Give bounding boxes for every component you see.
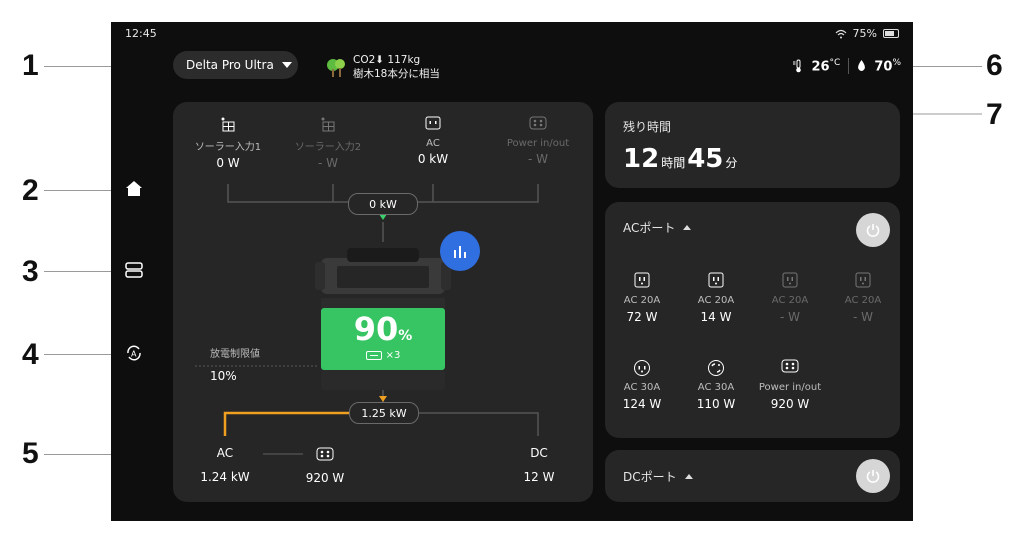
ac-ports-panel: ACポート AC 20A 72 W AC 20A 14 W AC 20A - W…: [605, 202, 900, 438]
callout-3: 3: [22, 255, 39, 288]
ac-ports-toggle[interactable]: ACポート: [623, 219, 692, 236]
battery-percent: 75%: [852, 27, 877, 40]
ac-port-4[interactable]: AC 20A - W: [826, 272, 900, 324]
dc-ports-title: DCポート: [623, 470, 677, 484]
discharge-limit[interactable]: 放電制限値 10%: [210, 345, 260, 383]
discharge-limit-value: 10%: [210, 369, 237, 383]
callout-5: 5: [22, 437, 39, 470]
callout-2: 2: [22, 174, 39, 207]
co2-amount: CO2⬇ 117kg: [353, 54, 421, 66]
tree-icon: [327, 59, 345, 77]
thermometer-icon: [793, 59, 802, 73]
auto-mode-nav[interactable]: A: [123, 343, 145, 363]
co2-equivalent: 樹木18本分に相当: [353, 68, 440, 80]
stats-button[interactable]: [440, 231, 480, 271]
remaining-time-card: 残り時間 12 時間45 分: [605, 102, 900, 188]
auto-cycle-icon: A: [127, 345, 141, 361]
ac-outlet-20a-icon: [634, 272, 650, 288]
ac-port-2[interactable]: AC 20A 14 W: [679, 272, 753, 324]
humidity-value: 70%: [874, 58, 901, 75]
status-time: 12:45: [125, 27, 157, 40]
device-name: Delta Pro Ultra: [186, 58, 274, 72]
ac-outlet-30a-twist-icon: [708, 360, 724, 376]
ac-port-1[interactable]: AC 20A 72 W: [605, 272, 679, 324]
ac-port-5[interactable]: AC 30A 124 W: [605, 359, 679, 411]
home-nav[interactable]: [123, 178, 145, 198]
output-dc[interactable]: DC 12 W: [509, 446, 569, 484]
battery-pack-icon: [365, 351, 382, 360]
power-icon: [866, 470, 880, 483]
output-ac-value: 1.24 kW: [200, 470, 250, 484]
output-ac-label: AC: [216, 446, 234, 460]
port-value: 72 W: [626, 310, 658, 324]
power-in-out-icon: [316, 447, 334, 461]
port-value: - W: [779, 310, 800, 324]
port-value: 110 W: [696, 397, 736, 411]
port-value: 14 W: [700, 310, 732, 324]
ac-outlet-20a-icon: [855, 272, 871, 288]
dc-ports-panel: DCポート: [605, 450, 900, 502]
remaining-time-value: 12 時間45 分: [623, 144, 738, 174]
battery-pack-count: ×3: [315, 350, 451, 361]
status-right: 75%: [835, 27, 899, 40]
chevron-down-icon: [281, 62, 292, 68]
callout-6: 6: [986, 49, 1003, 82]
callout-7: 7: [986, 98, 1003, 131]
power-in-out-icon: [781, 359, 799, 373]
callout-1: 1: [22, 49, 39, 82]
bar-chart-icon: [454, 246, 466, 258]
chevron-up-icon: [683, 225, 692, 230]
input-total-pill: 0 kW: [348, 193, 418, 215]
environment-readout: 26°C 70%: [793, 58, 901, 74]
port-label: AC 20A: [771, 295, 809, 306]
callout-line-6: [904, 66, 982, 67]
energy-flow-panel: ソーラー入力1 0 W ソーラー入力2 - W AC 0 kW Power in…: [173, 102, 593, 502]
devices-nav[interactable]: [123, 260, 145, 280]
port-value: 920 W: [770, 397, 810, 411]
device-list-icon: [125, 262, 143, 278]
env-divider: [848, 58, 850, 75]
status-bar: 12:45 75%: [111, 22, 913, 46]
ac-outlet-20a-icon: [782, 272, 798, 288]
humidity-icon: [858, 60, 866, 72]
svg-text:A: A: [131, 350, 137, 359]
chevron-up-icon: [684, 474, 693, 479]
wifi-icon: [835, 29, 846, 38]
callout-4: 4: [22, 338, 39, 371]
ac-outlet-20a-icon: [708, 272, 724, 288]
port-label: AC 30A: [697, 382, 735, 393]
output-ac[interactable]: AC 1.24 kW: [195, 446, 255, 484]
ac-port-6[interactable]: AC 30A 110 W: [679, 359, 753, 411]
port-value: - W: [852, 310, 873, 324]
power-icon: [866, 224, 880, 237]
ac-outlet-30a-icon: [634, 360, 650, 376]
port-label: AC 30A: [623, 382, 661, 393]
port-label: AC 20A: [623, 295, 661, 306]
ac-port-3[interactable]: AC 20A - W: [753, 272, 827, 324]
remaining-time-title: 残り時間: [623, 120, 672, 134]
temperature-value: 26°C: [811, 58, 841, 75]
ac-port-7[interactable]: Power in/out 920 W: [753, 359, 827, 411]
app-screen: 12:45 75% Delta Pro Ultra CO2⬇ 117kg 樹木1…: [111, 22, 913, 521]
home-icon: [126, 180, 142, 196]
device-selector[interactable]: Delta Pro Ultra: [173, 51, 298, 79]
discharge-limit-label: 放電制限値: [210, 349, 260, 360]
ac-power-button[interactable]: [856, 213, 890, 247]
battery-percent-display: 90%: [353, 310, 413, 348]
ac-ports-title: ACポート: [623, 221, 676, 235]
dc-power-button[interactable]: [856, 459, 890, 493]
co2-savings: CO2⬇ 117kg 樹木18本分に相当: [325, 53, 440, 81]
port-label: Power in/out: [758, 382, 822, 393]
battery-icon: [883, 29, 899, 38]
dc-ports-toggle[interactable]: DCポート: [623, 468, 693, 485]
output-dc-value: 12 W: [523, 470, 555, 484]
output-dc-label: DC: [530, 446, 548, 460]
output-power-in-out-value: 920 W: [305, 471, 345, 485]
output-total-pill: 1.25 kW: [349, 402, 419, 424]
port-label: AC 20A: [697, 295, 735, 306]
port-value: 124 W: [622, 397, 662, 411]
output-power-in-out[interactable]: 920 W: [295, 446, 355, 485]
port-label: AC 20A: [844, 295, 882, 306]
